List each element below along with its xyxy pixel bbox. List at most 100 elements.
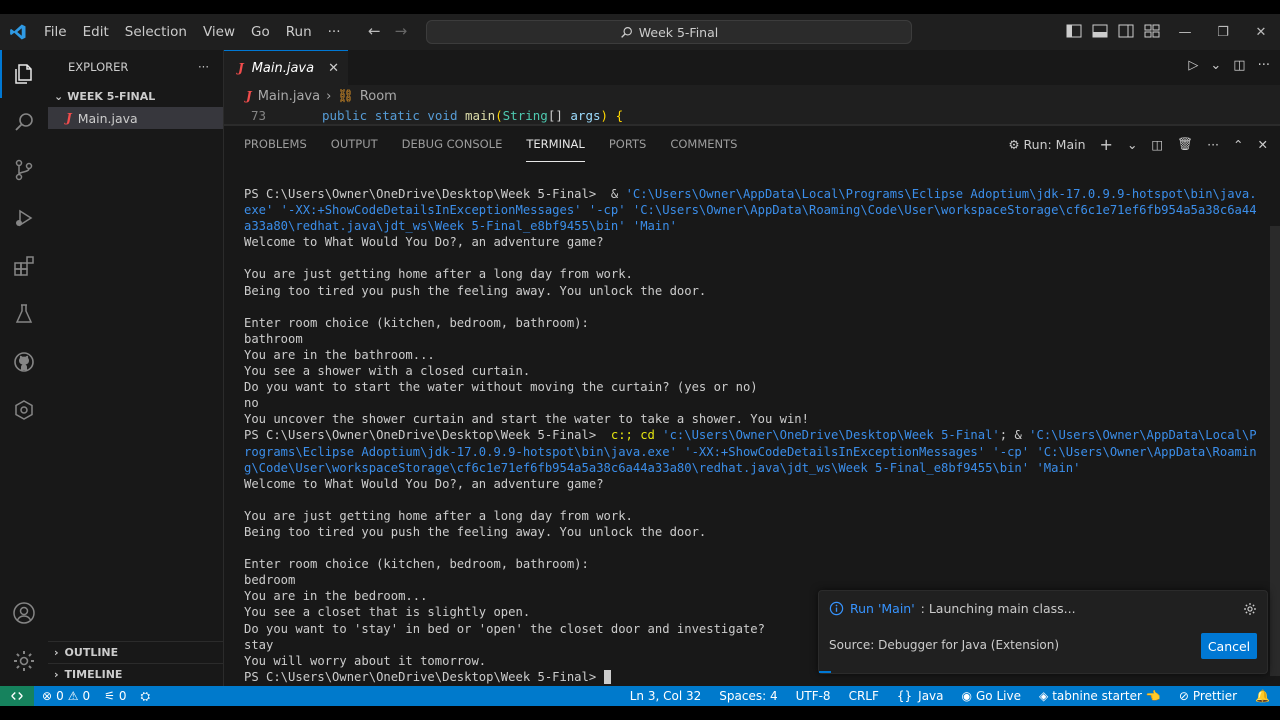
maximize-panel-icon[interactable]: ⌃ <box>1233 137 1243 152</box>
tab-output[interactable]: OUTPUT <box>331 126 378 162</box>
cancel-button[interactable]: Cancel <box>1201 633 1257 659</box>
terminal-cursor <box>603 670 611 685</box>
breadcrumb-file[interactable]: Main.java <box>258 89 320 104</box>
workspace-folder[interactable]: ⌄ WEEK 5-FINAL <box>48 85 223 107</box>
window-controls: — ❐ ✕ <box>1166 14 1280 50</box>
language-mode[interactable]: {} Java <box>897 689 944 703</box>
cursor-position[interactable]: Ln 3, Col 32 <box>630 689 702 703</box>
github-icon[interactable] <box>0 338 48 386</box>
problems-status[interactable]: ⊗ 0 ⚠ 0 <box>42 689 90 703</box>
terminal-argument: 'C:\Users\Owner\AppData\Local\Programs\E… <box>625 187 1257 201</box>
terminal-line: You are just getting home after a long d… <box>244 266 1264 282</box>
timeline-section[interactable]: › TIMELINE <box>48 663 224 685</box>
menu-selection[interactable]: Selection <box>117 24 195 40</box>
gitlens-icon[interactable] <box>0 386 48 434</box>
outline-section[interactable]: › OUTLINE <box>48 641 224 663</box>
java-file-icon: J <box>66 111 72 125</box>
indentation[interactable]: Spaces: 4 <box>719 689 777 703</box>
terminal-line: You uncover the shower curtain and start… <box>244 411 1264 427</box>
tab-ports[interactable]: PORTS <box>609 126 646 162</box>
terminal-argument: 'c:\Users\Owner\OneDrive\Desktop\Week 5-… <box>662 428 1000 443</box>
keyword-token: public <box>322 108 368 123</box>
menu-run[interactable]: Run <box>278 24 320 40</box>
new-terminal-plus-icon[interactable]: + <box>1100 135 1113 154</box>
run-dropdown-chevron-icon[interactable]: ⌄ <box>1210 58 1221 73</box>
toggle-panel-icon[interactable] <box>1092 23 1108 39</box>
terminal-text: PS C:\Users\Owner\OneDrive\Desktop\Week … <box>244 669 604 684</box>
tab-terminal[interactable]: TERMINAL <box>526 126 585 162</box>
line-ending[interactable]: CRLF <box>849 689 879 703</box>
settings-gear-icon[interactable] <box>0 637 48 685</box>
toggle-secondary-sidebar-icon[interactable] <box>1118 23 1134 39</box>
back-arrow-icon[interactable]: ← <box>368 22 381 40</box>
terminal-line: PS C:\Users\Owner\OneDrive\Desktop\Week … <box>244 427 1264 443</box>
code-line[interactable]: 73 public static void main(String[] args… <box>224 107 1280 125</box>
remote-indicator-icon[interactable] <box>0 686 34 706</box>
menu-more[interactable]: ··· <box>320 24 349 40</box>
menu-file[interactable]: File <box>36 24 75 40</box>
breadcrumb: J Main.java › ⛓ Room <box>224 85 1280 107</box>
chevron-right-icon: › <box>326 88 332 104</box>
go-live[interactable]: ◉ Go Live <box>962 689 1021 703</box>
notifications-bell-icon[interactable]: 🔔 <box>1255 689 1270 703</box>
close-window-icon[interactable]: ✕ <box>1242 14 1280 50</box>
terminal-text: stay <box>244 637 274 652</box>
tab-problems[interactable]: PROBLEMS <box>244 126 307 162</box>
command-center-search[interactable]: Week 5-Final <box>426 20 912 44</box>
run-play-icon[interactable]: ▷ <box>1188 58 1198 73</box>
forward-arrow-icon[interactable]: → <box>395 22 408 40</box>
menu-edit[interactable]: Edit <box>75 24 117 40</box>
split-terminal-icon[interactable]: ◫ <box>1151 137 1163 152</box>
breadcrumb-class[interactable]: Room <box>360 89 397 104</box>
terminal-text: bedroom <box>244 573 296 588</box>
extensions-icon[interactable] <box>0 242 48 290</box>
split-editor-icon[interactable]: ◫ <box>1233 58 1245 73</box>
status-left: ⊗ 0 ⚠ 0 ⚟ 0 ⛭ <box>42 689 150 704</box>
more-icon[interactable]: ··· <box>1207 137 1219 152</box>
broadcast-icon: ◉ <box>961 689 972 703</box>
code-text: public static void main(String[] args) { <box>322 108 623 123</box>
gear-icon: ⚙ <box>1008 136 1020 152</box>
source-control-icon[interactable] <box>0 146 48 194</box>
menu-go[interactable]: Go <box>243 24 278 40</box>
run-debug-icon[interactable] <box>0 194 48 242</box>
minimize-icon[interactable]: — <box>1166 14 1204 50</box>
prettier-label: Prettier <box>1192 689 1238 703</box>
file-item-main-java[interactable]: J Main.java <box>48 107 223 129</box>
account-icon[interactable] <box>0 589 48 637</box>
close-icon[interactable]: ✕ <box>328 61 339 76</box>
tabnine[interactable]: ◈ tabnine starter 👈 <box>1039 689 1161 703</box>
terminal-scrollbar[interactable] <box>1270 226 1280 676</box>
title-bar: File Edit Selection View Go Run ··· ← → … <box>0 14 1280 50</box>
restore-icon[interactable]: ❐ <box>1204 14 1242 50</box>
run-link[interactable]: Run 'Main' <box>850 601 915 616</box>
more-actions-icon[interactable]: ··· <box>1258 58 1270 73</box>
explorer-more-icon[interactable]: ··· <box>198 60 209 74</box>
testing-flask-icon[interactable] <box>0 290 48 338</box>
terminal-argument: a33a80\redhat.java\jdt_ws\Week 5-Final_e… <box>244 219 677 234</box>
menu-view[interactable]: View <box>195 24 243 40</box>
warning-icon: ⚠ <box>67 689 79 703</box>
tab-main-java[interactable]: J Main.java ✕ <box>224 50 348 85</box>
debug-launch-icon[interactable]: ⛭ <box>141 689 151 704</box>
terminal-instance[interactable]: ⚙ Run: Main <box>1008 137 1085 152</box>
tab-comments[interactable]: COMMENTS <box>670 126 737 162</box>
toggle-sidebar-icon[interactable] <box>1066 23 1082 39</box>
terminal-text: You are in the bedroom... <box>244 589 428 604</box>
file-label: Main.java <box>77 110 138 126</box>
tab-debug-console[interactable]: DEBUG CONSOLE <box>402 126 503 162</box>
prettier[interactable]: ⊘ Prettier <box>1179 689 1237 703</box>
search-icon[interactable] <box>0 98 48 146</box>
customize-layout-icon[interactable] <box>1144 23 1160 39</box>
chevron-down-icon[interactable]: ⌄ <box>1127 137 1137 152</box>
ports-status[interactable]: ⚟ 0 <box>104 689 126 703</box>
vscode-logo-icon <box>0 14 36 50</box>
close-panel-icon[interactable]: ✕ <box>1258 137 1268 152</box>
menu-bar: File Edit Selection View Go Run ··· <box>36 24 349 40</box>
go-live-label: Go Live <box>976 689 1021 703</box>
trash-icon[interactable]: 🗑 <box>1177 136 1193 152</box>
notification-settings-gear-icon[interactable] <box>1243 601 1257 620</box>
terminal-line: Do you want to start the water without m… <box>244 379 1264 395</box>
explorer-icon[interactable] <box>0 50 48 98</box>
encoding[interactable]: UTF-8 <box>796 689 831 703</box>
